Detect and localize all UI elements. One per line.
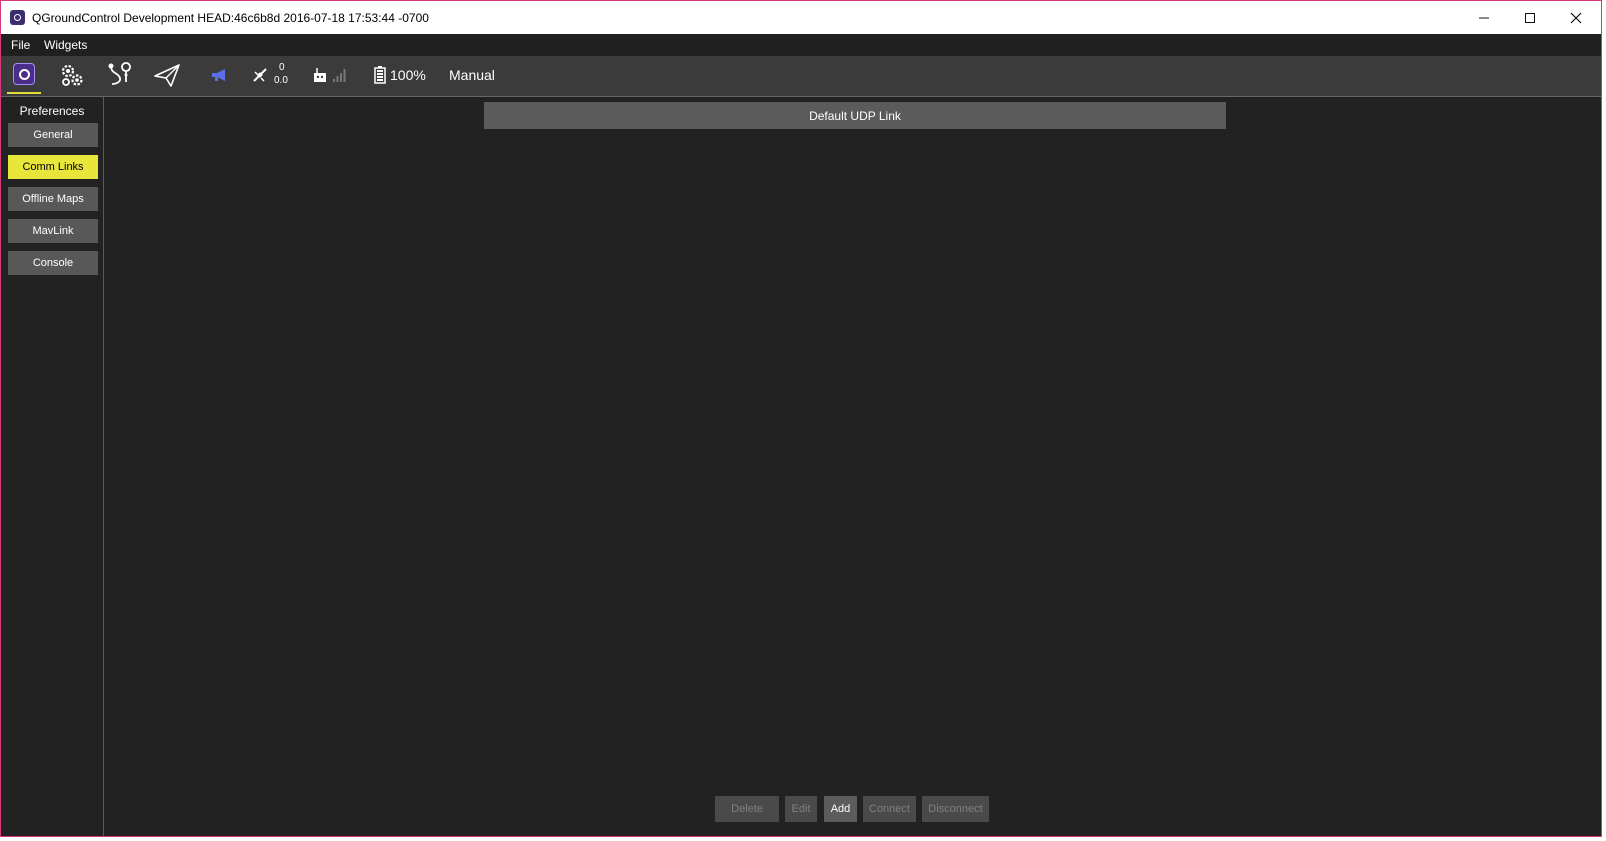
app-window: QGroundControl Development HEAD:46c6b8d …: [0, 0, 1602, 837]
gps-satellite-count: 0: [279, 62, 285, 73]
satellite-icon: [253, 68, 267, 82]
title-bar: QGroundControl Development HEAD:46c6b8d …: [1, 1, 1601, 34]
maximize-button[interactable]: [1507, 1, 1553, 34]
sidebar-item-comm-links[interactable]: Comm Links: [8, 155, 98, 179]
menu-file[interactable]: File: [11, 38, 30, 52]
flight-mode-selector[interactable]: Manual: [449, 67, 495, 83]
main-toolbar: 0 0.0 100% Manual: [1, 56, 1601, 97]
battery-button[interactable]: [373, 56, 387, 94]
menu-bar: File Widgets: [1, 34, 1601, 56]
gps-button[interactable]: [251, 56, 269, 94]
gears-icon: [61, 64, 83, 86]
messages-button[interactable]: [208, 56, 230, 94]
link-list-item[interactable]: Default UDP Link: [484, 102, 1226, 129]
window-title: QGroundControl Development HEAD:46c6b8d …: [32, 11, 429, 25]
sidebar-item-console[interactable]: Console: [8, 251, 98, 275]
vehicle-setup-button[interactable]: [56, 56, 88, 94]
sidebar-item-offline-maps[interactable]: Offline Maps: [8, 187, 98, 211]
plan-view-button[interactable]: [104, 56, 136, 94]
battery-icon: [374, 66, 386, 84]
paper-plane-icon: [154, 64, 180, 87]
minimize-button[interactable]: [1461, 1, 1507, 34]
sidebar-item-general[interactable]: General: [8, 123, 98, 147]
close-icon: [1570, 12, 1582, 23]
app-settings-button[interactable]: [7, 56, 41, 94]
sidebar-title: Preferences: [19, 104, 85, 118]
signal-strength-icon: [333, 69, 346, 82]
gps-hdop: 0.0: [274, 75, 288, 86]
fly-view-button[interactable]: [151, 56, 183, 94]
delete-button[interactable]: Delete: [715, 796, 779, 822]
disconnect-button[interactable]: Disconnect: [922, 796, 989, 822]
connect-button[interactable]: Connect: [863, 796, 916, 822]
battery-percentage: 100%: [390, 67, 426, 83]
add-button[interactable]: Add: [824, 796, 857, 822]
minimize-icon: [1479, 17, 1489, 18]
sidebar-item-mavlink[interactable]: MavLink: [8, 219, 98, 243]
qgc-logo-icon: [13, 63, 35, 85]
rc-transmitter-icon: [314, 68, 326, 82]
close-button[interactable]: [1553, 1, 1599, 34]
waypoint-route-icon: [108, 62, 131, 85]
menu-widgets[interactable]: Widgets: [44, 38, 87, 52]
preferences-sidebar: Preferences General Comm Links Offline M…: [1, 97, 104, 836]
maximize-icon: [1525, 12, 1535, 23]
megaphone-icon: [212, 69, 225, 81]
edit-button[interactable]: Edit: [785, 796, 817, 822]
rc-rssi-button[interactable]: [310, 56, 350, 94]
app-logo-icon: [10, 10, 25, 25]
